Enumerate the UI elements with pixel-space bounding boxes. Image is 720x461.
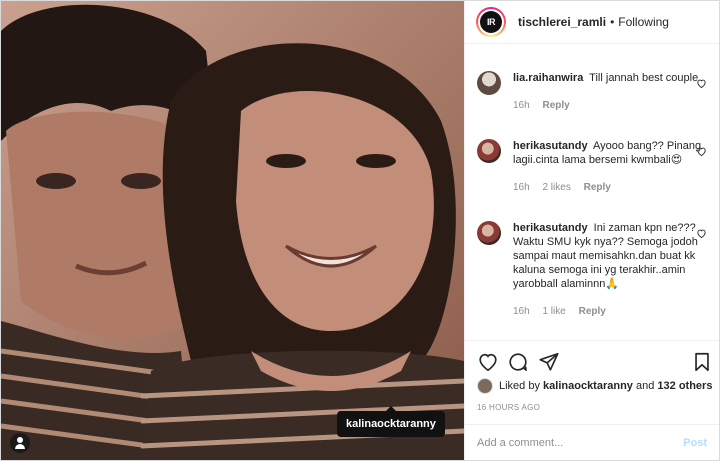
comment-item: lia.raihanwira Till jannah best couple 1… <box>477 45 707 113</box>
likes-prefix: Liked by <box>499 380 540 392</box>
comment-like-heart-icon[interactable] <box>696 228 707 239</box>
comment-likes[interactable]: 1 like <box>542 306 565 317</box>
comment-bubble-icon[interactable] <box>507 351 529 373</box>
like-heart-icon[interactable] <box>477 351 499 373</box>
save-bookmark-icon[interactable] <box>691 351 713 373</box>
commenter-avatar[interactable] <box>477 221 501 245</box>
commenter-avatar[interactable] <box>477 139 501 163</box>
post-photo[interactable]: kalinaocktaranny <box>1 1 464 460</box>
photo-user-tag[interactable]: kalinaocktaranny <box>337 406 445 437</box>
author-avatar-logo: IR <box>480 11 502 33</box>
liker-username[interactable]: kalinaocktaranny <box>543 380 633 392</box>
commenter-avatar[interactable] <box>477 71 501 95</box>
comment-text: Till jannah best couple <box>589 72 699 84</box>
reply-button[interactable]: Reply <box>579 306 606 317</box>
post-timestamp[interactable]: 16 HOURS AGO <box>477 403 540 412</box>
following-button[interactable]: Following <box>618 15 669 29</box>
comments-list[interactable]: lia.raihanwira Till jannah best couple 1… <box>465 45 719 339</box>
likes-summary: Liked by kalinaocktaranny and 132 others <box>477 378 712 394</box>
photo-illustration <box>1 1 464 460</box>
likes-and: and <box>635 380 655 392</box>
user-tag-icon[interactable] <box>10 433 30 453</box>
comment-username[interactable]: lia.raihanwira <box>513 72 583 84</box>
comment-like-heart-icon[interactable] <box>696 146 707 157</box>
comment-time[interactable]: 16h <box>513 100 530 111</box>
share-send-icon[interactable] <box>538 351 560 373</box>
likes-others-link[interactable]: 132 others <box>657 380 712 392</box>
post-sidebar: IR tischlerei_ramli • Following lia.raih… <box>464 1 719 460</box>
post-header: IR tischlerei_ramli • Following <box>465 1 719 44</box>
author-username[interactable]: tischlerei_ramli <box>518 15 606 29</box>
reply-button[interactable]: Reply <box>542 100 569 111</box>
comment-username[interactable]: herikasutandy <box>513 222 588 234</box>
post-comment-button[interactable]: Post <box>683 437 707 449</box>
comment-likes[interactable]: 2 likes <box>542 182 570 193</box>
comment-time[interactable]: 16h <box>513 182 530 193</box>
comment-username[interactable]: herikasutandy <box>513 140 588 152</box>
comment-time[interactable]: 16h <box>513 306 530 317</box>
post-actions <box>465 340 719 378</box>
comment-like-heart-icon[interactable] <box>696 78 707 89</box>
author-avatar[interactable]: IR <box>476 7 506 37</box>
liker-avatar[interactable] <box>477 378 493 394</box>
reply-button[interactable]: Reply <box>584 182 611 193</box>
add-comment-input[interactable]: Add a comment... <box>477 437 683 449</box>
comment-item: herikasutandy Ayooo bang?? Pinang lagii.… <box>477 113 707 195</box>
comment-item: herikasutandy Ini zaman kpn ne??? Waktu … <box>477 195 707 319</box>
header-separator: • <box>610 15 615 29</box>
comment-composer: Add a comment... Post <box>465 424 719 460</box>
